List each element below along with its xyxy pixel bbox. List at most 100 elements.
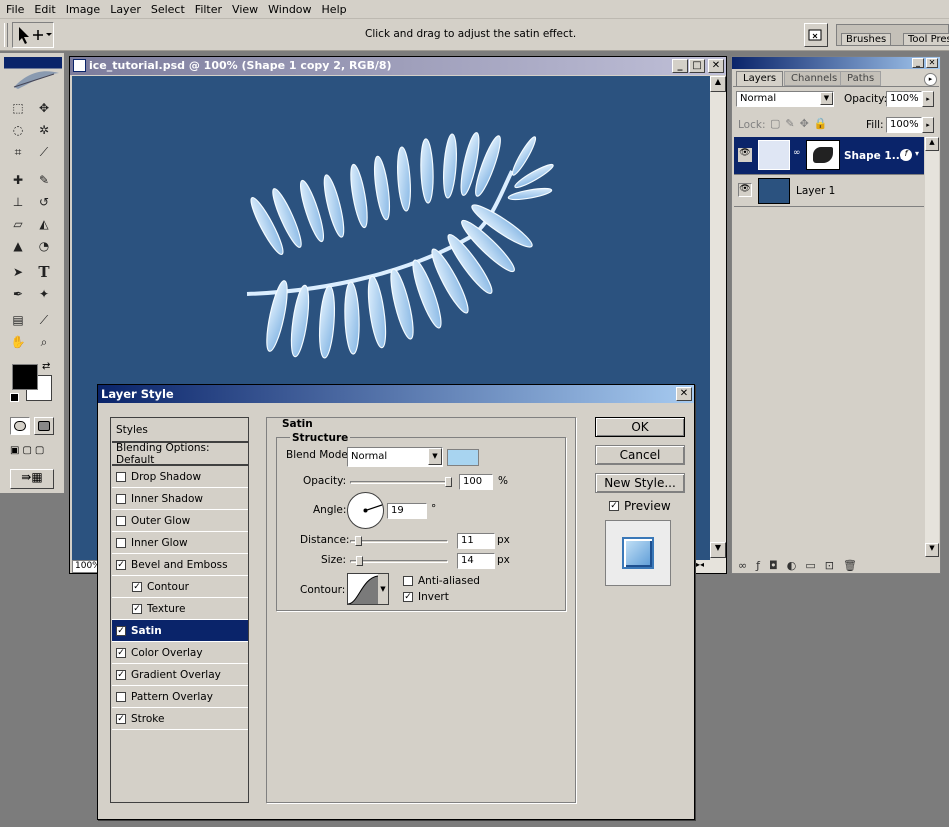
brush-tool-icon[interactable]: ✎ [34, 171, 54, 189]
anti-aliased-checkbox[interactable]: Anti-aliased [403, 575, 480, 587]
invert-checkbox[interactable]: ✓ Invert [403, 591, 449, 603]
style-item-satin[interactable]: ✓ Satin [112, 620, 248, 642]
preview-checkbox[interactable]: ✓ Preview [609, 499, 671, 513]
style-checkbox[interactable] [116, 515, 126, 526]
style-item-drop-shadow[interactable]: Drop Shadow [112, 466, 248, 488]
scroll-down-arrow[interactable]: ▼ [710, 542, 726, 558]
style-item-stroke[interactable]: ✓ Stroke [112, 708, 248, 730]
document-titlebar[interactable]: ice_tutorial.psd @ 100% (Shape 1 copy 2,… [70, 57, 726, 75]
layer-fill-field[interactable]: 100% [886, 117, 922, 133]
style-checkbox[interactable] [116, 493, 126, 504]
style-item-color-overlay[interactable]: ✓ Color Overlay [112, 642, 248, 664]
visibility-eye-icon[interactable]: 👁 [738, 148, 752, 162]
size-slider-thumb[interactable] [356, 556, 363, 566]
tab-paths[interactable]: Paths [840, 71, 882, 86]
style-checkbox[interactable] [116, 471, 126, 482]
healing-brush-icon[interactable]: ✚ [8, 171, 28, 189]
expand-effects-icon[interactable]: ▾ [915, 149, 919, 158]
palette-tab-brushes[interactable]: Brushes [841, 33, 892, 45]
palette-well-icon[interactable] [804, 23, 828, 47]
styles-header[interactable]: Styles [112, 419, 248, 443]
maximize-button[interactable]: □ [689, 59, 705, 73]
default-colors-icon[interactable] [10, 393, 19, 402]
cancel-button[interactable]: Cancel [595, 445, 685, 465]
lock-icons[interactable]: ▢✎✥🔒 [770, 117, 833, 130]
swap-colors-icon[interactable]: ⇄ [42, 361, 50, 372]
zoom-tool-icon[interactable]: ⌕ [34, 333, 54, 351]
document-horizontal-scrollbar[interactable]: ▸◂ [696, 560, 726, 573]
blending-options-item[interactable]: Blending Options: Default [112, 442, 248, 466]
magic-wand-icon[interactable]: ✲ [34, 121, 54, 139]
size-slider[interactable] [350, 556, 448, 566]
style-checkbox[interactable]: ✓ [116, 713, 126, 724]
layers-footer-icons[interactable]: ∞ƒ◘◐▭⊡🗑 [738, 559, 866, 572]
panel-minimize-button[interactable]: _ [912, 58, 924, 68]
paint-bucket-icon[interactable]: ◭ [34, 215, 54, 233]
angle-dial[interactable] [347, 492, 384, 529]
toolbox-logo[interactable] [4, 57, 62, 95]
distance-slider[interactable] [350, 536, 448, 546]
menu-item-layer[interactable]: Layer [104, 3, 145, 16]
standard-mode-icon[interactable] [10, 417, 30, 435]
style-item-inner-shadow[interactable]: Inner Shadow [112, 488, 248, 510]
quick-mask-icon[interactable] [34, 417, 54, 435]
custom-shape-icon[interactable]: ✦ [34, 285, 54, 303]
angle-field[interactable]: 19 [387, 503, 427, 519]
opacity-arrow-icon[interactable]: ▸ [922, 91, 934, 107]
layer-opacity-field[interactable]: 100% [886, 91, 922, 107]
document-vertical-scrollbar[interactable]: ▲ ▼ [710, 76, 726, 560]
fill-arrow-icon[interactable]: ▸ [922, 117, 934, 133]
style-item-bevel-and-emboss[interactable]: ✓ Bevel and Emboss [112, 554, 248, 576]
crop-tool-icon[interactable]: ⌗ [8, 143, 28, 161]
slice-tool-icon[interactable]: ⟋ [34, 143, 54, 161]
tab-layers[interactable]: Layers [736, 71, 784, 86]
menu-item-view[interactable]: View [226, 3, 262, 16]
foreground-color-swatch[interactable] [12, 364, 38, 390]
style-checkbox[interactable]: ✓ [132, 581, 142, 592]
clone-stamp-icon[interactable]: ⊥ [8, 193, 28, 211]
menu-item-edit[interactable]: Edit [28, 3, 59, 16]
menu-item-filter[interactable]: Filter [189, 3, 226, 16]
new-style-button[interactable]: New Style... [595, 473, 685, 493]
scroll-up-arrow[interactable]: ▲ [710, 76, 726, 92]
scroll-down-arrow[interactable]: ▼ [925, 543, 939, 557]
style-item-pattern-overlay[interactable]: Pattern Overlay [112, 686, 248, 708]
panel-close-button[interactable]: ✕ [926, 58, 938, 68]
size-field[interactable]: 14 [457, 553, 495, 569]
style-item-contour[interactable]: ✓ Contour [112, 576, 248, 598]
palette-tab-tool-presets[interactable]: Tool Pres [903, 33, 949, 45]
menu-item-help[interactable]: Help [316, 3, 351, 16]
menu-item-image[interactable]: Image [60, 3, 104, 16]
style-checkbox[interactable]: ✓ [116, 669, 126, 680]
distance-field[interactable]: 11 [457, 533, 495, 549]
type-tool-icon[interactable]: T [34, 263, 54, 281]
satin-color-swatch[interactable] [447, 449, 479, 466]
tab-channels[interactable]: Channels [784, 71, 845, 86]
eraser-tool-icon[interactable]: ▱ [8, 215, 28, 233]
minimize-button[interactable]: _ [672, 59, 688, 73]
style-checkbox[interactable] [116, 691, 126, 702]
eyedropper-icon[interactable]: ⟋ [34, 311, 54, 329]
style-checkbox[interactable]: ✓ [116, 647, 126, 658]
visibility-eye-icon[interactable]: 👁 [738, 183, 752, 197]
opacity-field[interactable]: 100 [459, 474, 493, 490]
path-selection-icon[interactable]: ➤ [8, 263, 28, 281]
opacity-slider-thumb[interactable] [445, 477, 452, 487]
menu-item-select[interactable]: Select [145, 3, 189, 16]
blur-tool-icon[interactable]: ▲ [8, 237, 28, 255]
layer-row-shape[interactable]: 👁 ∞ Shape 1... f ▾ [734, 137, 924, 175]
style-checkbox[interactable]: ✓ [116, 559, 126, 570]
ok-button[interactable]: OK [595, 417, 685, 437]
pen-tool-icon[interactable]: ✒ [8, 285, 28, 303]
dialog-titlebar[interactable]: Layer Style ✕ [98, 385, 694, 403]
vector-mask-thumbnail[interactable] [806, 140, 840, 170]
layer-effects-icon[interactable]: f [900, 149, 912, 161]
menu-item-file[interactable]: File [0, 3, 28, 16]
marquee-tool-icon[interactable]: ⬚ [8, 99, 28, 117]
notes-tool-icon[interactable]: ▤ [8, 311, 28, 329]
history-brush-icon[interactable]: ↺ [34, 193, 54, 211]
distance-slider-thumb[interactable] [355, 536, 362, 546]
scroll-up-arrow[interactable]: ▲ [925, 137, 939, 151]
style-item-gradient-overlay[interactable]: ✓ Gradient Overlay [112, 664, 248, 686]
satin-blend-mode-select[interactable]: Normal ▼ [347, 447, 443, 467]
